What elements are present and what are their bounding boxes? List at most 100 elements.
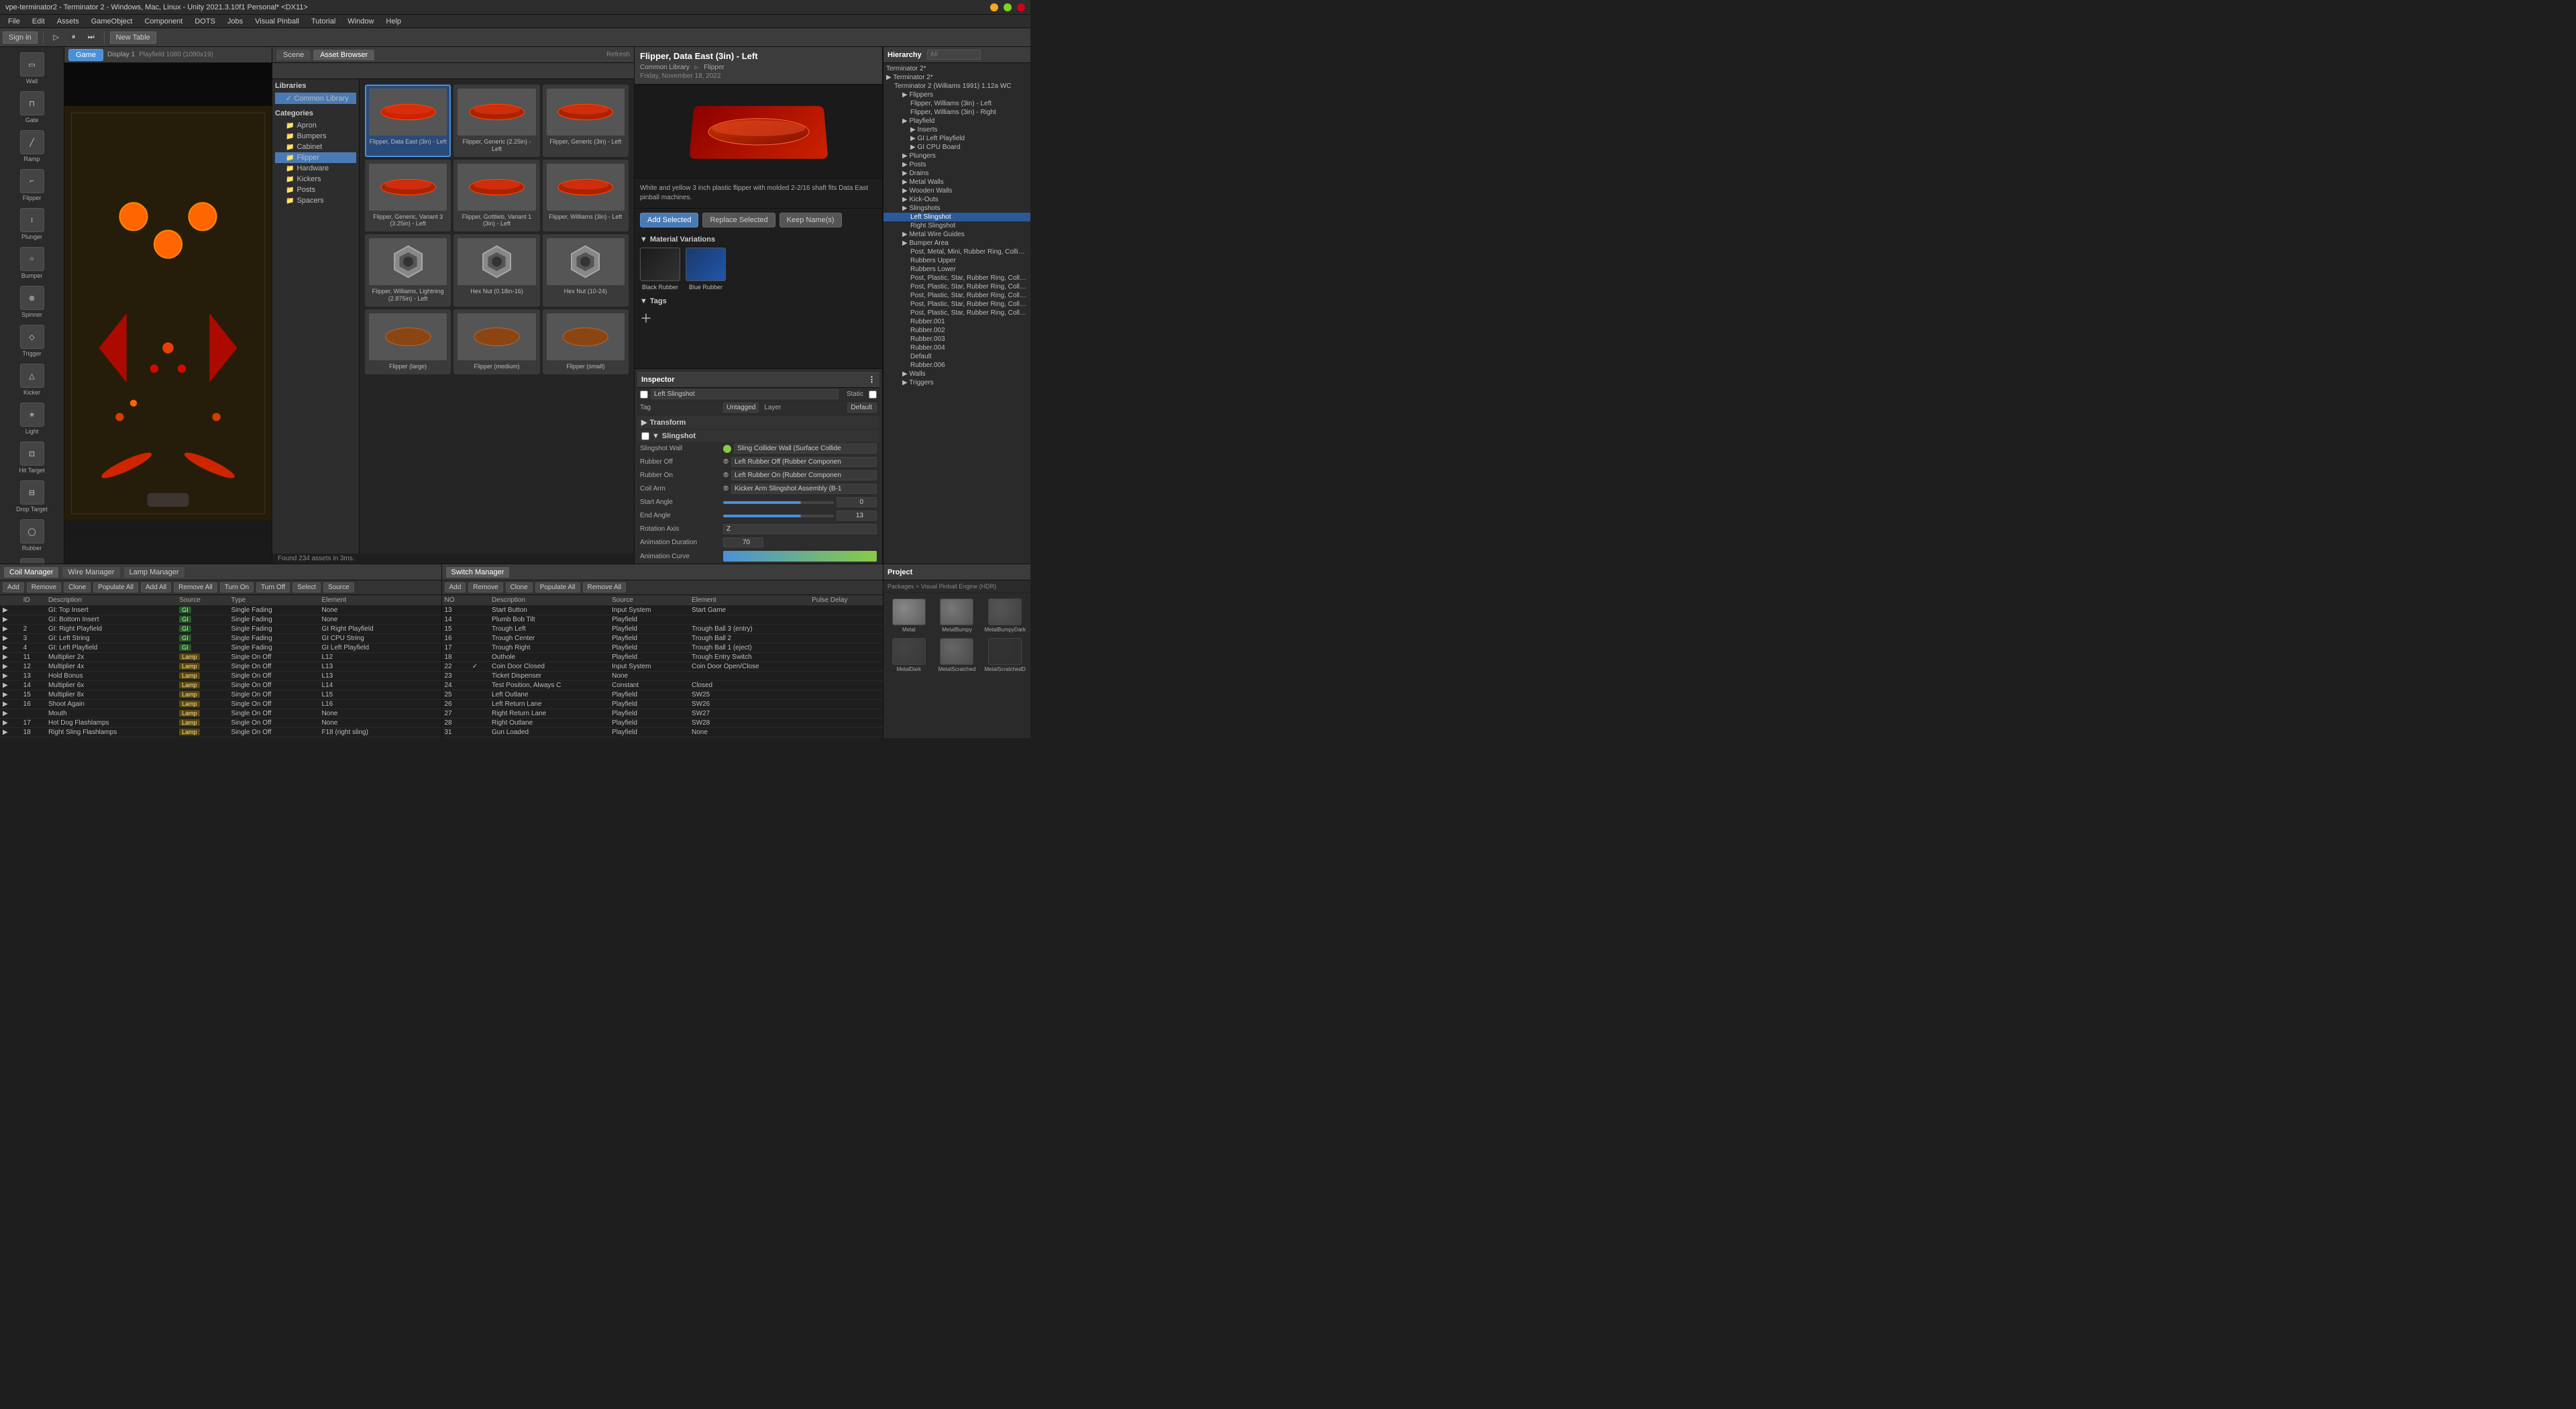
sw-col-element[interactable]: Element bbox=[689, 595, 809, 606]
lib-cat-apron[interactable]: 📁Apron bbox=[275, 120, 356, 131]
menu-item-dots[interactable]: DOTS bbox=[189, 16, 221, 27]
tool-flipper[interactable]: ⌐ Flipper bbox=[3, 166, 61, 204]
tool-spinner[interactable]: ⊗ Spinner bbox=[3, 283, 61, 321]
hier-item-7[interactable]: ▶ Inserts bbox=[883, 125, 1030, 134]
sw-col-desc[interactable]: Description bbox=[489, 595, 609, 606]
slingshot-wall-value[interactable]: Sling Collider Wall (Surface Collide bbox=[734, 443, 877, 454]
switch-row-12[interactable]: 28 Right Outlane Playfield SW28 bbox=[442, 719, 883, 728]
menu-item-assets[interactable]: Assets bbox=[52, 16, 85, 27]
menu-item-edit[interactable]: Edit bbox=[27, 16, 50, 27]
switch-row-10[interactable]: 26 Left Return Lane Playfield SW26 bbox=[442, 700, 883, 709]
hier-item-26[interactable]: Post, Plastic, Star, Rubber Ring, Collid… bbox=[883, 291, 1030, 300]
lib-cat-bumpers[interactable]: 📁Bumpers bbox=[275, 131, 356, 142]
col-type[interactable]: Type bbox=[229, 595, 319, 606]
asset-card-5[interactable]: Flipper, Williams (3in) - Left bbox=[543, 160, 629, 232]
coil-btn-add-all[interactable]: Add All bbox=[141, 582, 171, 592]
coil-btn-remove-all[interactable]: Remove All bbox=[174, 582, 217, 592]
rubber-on-radio[interactable]: ⦾ bbox=[723, 472, 729, 479]
lib-cat-posts[interactable]: 📁Posts bbox=[275, 185, 356, 195]
lamp-manager-tab[interactable]: Lamp Manager bbox=[124, 567, 184, 578]
coil-row-0[interactable]: ▶ GI: Top Insert GI Single Fading None bbox=[0, 606, 441, 615]
coil-row-13[interactable]: ▶ 18 Right Sling Flashlamps Lamp Single … bbox=[0, 728, 441, 737]
slingshot-section[interactable]: ▼ Slingshot bbox=[637, 430, 879, 442]
asset-card-2[interactable]: Flipper, Generic (3in) - Left bbox=[543, 85, 629, 157]
hier-item-4[interactable]: Flipper, Williams (3in) - Left bbox=[883, 99, 1030, 108]
tool-drop-target[interactable]: ⊟ Drop Target bbox=[3, 478, 61, 515]
tag-value[interactable]: Untagged bbox=[723, 403, 759, 413]
proj-asset-3[interactable]: MetalDark bbox=[886, 637, 932, 674]
menu-item-help[interactable]: Help bbox=[380, 16, 407, 27]
coil-row-9[interactable]: ▶ 15 Multiplier 8x Lamp Single On Off L1… bbox=[0, 690, 441, 700]
layer-value[interactable]: Default bbox=[847, 403, 877, 413]
tool-plunger[interactable]: ↕ Plunger bbox=[3, 205, 61, 243]
rubber-off-value[interactable]: Left Rubber Off (Rubber Componen bbox=[731, 457, 877, 467]
hier-item-12[interactable]: ▶ Drains bbox=[883, 169, 1030, 178]
inspector-menu-icon[interactable]: ⋮ bbox=[868, 375, 875, 384]
maximize-btn[interactable] bbox=[1004, 3, 1012, 11]
hier-item-13[interactable]: ▶ Metal Walls bbox=[883, 178, 1030, 187]
switch-row-11[interactable]: 27 Right Return Lane Playfield SW27 bbox=[442, 709, 883, 719]
asset-card-10[interactable]: Flipper (medium) bbox=[453, 309, 539, 374]
hier-item-11[interactable]: ▶ Posts bbox=[883, 160, 1030, 169]
hier-item-35[interactable]: ▶ Walls bbox=[883, 370, 1030, 378]
menu-item-window[interactable]: Window bbox=[342, 16, 379, 27]
proj-asset-1[interactable]: MetalBumpy bbox=[934, 597, 980, 634]
tool-rubber[interactable]: ◯ Rubber bbox=[3, 517, 61, 554]
coil-row-1[interactable]: ▶ GI: Bottom Insert GI Single Fading Non… bbox=[0, 615, 441, 625]
switch-row-0[interactable]: 13 Start Button Input System Start Game bbox=[442, 606, 883, 615]
tool-ramp[interactable]: ╱ Ramp bbox=[3, 127, 61, 165]
coil-row-11[interactable]: ▶ Mouth Lamp Single On Off None bbox=[0, 709, 441, 719]
coil-row-3[interactable]: ▶ 3 GI: Left String GI Single Fading GI … bbox=[0, 634, 441, 643]
proj-asset-5[interactable]: MetalScratchedD bbox=[982, 637, 1028, 674]
hier-item-21[interactable]: Post, Metal, Mini, Rubber Ring, Collidab… bbox=[883, 248, 1030, 256]
switch-manager-tab[interactable]: Switch Manager bbox=[446, 567, 510, 578]
sw-col-pulse[interactable]: Pulse Delay bbox=[809, 595, 883, 606]
switch-row-8[interactable]: 24 Test Position, Always C Constant Clos… bbox=[442, 681, 883, 690]
hier-item-34[interactable]: Rubber.006 bbox=[883, 361, 1030, 370]
coil-btn-populate-all[interactable]: Populate All bbox=[93, 582, 138, 592]
coil-row-12[interactable]: ▶ 17 Hot Dog Flashlamps Lamp Single On O… bbox=[0, 719, 441, 728]
tool-kicker[interactable]: △ Kicker bbox=[3, 361, 61, 399]
coil-row-7[interactable]: ▶ 13 Hold Bonus Lamp Single On Off L13 bbox=[0, 672, 441, 681]
asset-card-7[interactable]: Hex Nut (0.18in-16) bbox=[453, 234, 539, 307]
menu-item-visual pinball[interactable]: Visual Pinball bbox=[250, 16, 305, 27]
hier-item-24[interactable]: Post, Plastic, Star, Rubber Ring, Collid… bbox=[883, 274, 1030, 282]
lib-cat-kickers[interactable]: 📁Kickers bbox=[275, 174, 356, 185]
asset-card-1[interactable]: Flipper, Generic (2.25in) - Left bbox=[453, 85, 539, 157]
switch-row-2[interactable]: 15 Trough Left Playfield Trough Ball 3 (… bbox=[442, 625, 883, 634]
start-angle-slider[interactable] bbox=[723, 501, 834, 504]
switch-row-13[interactable]: 31 Gun Loaded Playfield None bbox=[442, 728, 883, 737]
hier-item-2[interactable]: Terminator 2 (Williams 1991) 1.12a WC bbox=[883, 82, 1030, 91]
hier-item-16[interactable]: ▶ Slingshots bbox=[883, 204, 1030, 213]
hier-item-10[interactable]: ▶ Plungers bbox=[883, 152, 1030, 160]
asset-card-3[interactable]: Flipper, Generic, Variant 3 (3.25in) - L… bbox=[365, 160, 451, 232]
wire-manager-tab[interactable]: Wire Manager bbox=[62, 567, 119, 578]
hier-item-36[interactable]: ▶ Triggers bbox=[883, 378, 1030, 387]
coil-row-10[interactable]: ▶ 16 Shoot Again Lamp Single On Off L16 bbox=[0, 700, 441, 709]
hier-item-25[interactable]: Post, Plastic, Star, Rubber Ring, Collid… bbox=[883, 282, 1030, 291]
menu-item-gameobject[interactable]: GameObject bbox=[86, 16, 138, 27]
hier-item-0[interactable]: Terminator 2* bbox=[883, 64, 1030, 73]
sw-col-source[interactable]: Source bbox=[609, 595, 689, 606]
mat-black-rubber[interactable]: Black Rubber bbox=[640, 248, 680, 291]
switch-btn-populate-all[interactable]: Populate All bbox=[535, 582, 580, 592]
hier-item-3[interactable]: ▶ Flippers bbox=[883, 91, 1030, 99]
proj-asset-2[interactable]: MetalBumpyDark bbox=[982, 597, 1028, 634]
anim-curve-display[interactable] bbox=[723, 551, 877, 562]
menu-item-tutorial[interactable]: Tutorial bbox=[306, 16, 341, 27]
proj-asset-0[interactable]: Metal bbox=[886, 597, 932, 634]
refresh-btn[interactable]: Refresh bbox=[606, 51, 630, 58]
switch-btn-add[interactable]: Add bbox=[445, 582, 466, 592]
sign-in-btn[interactable]: Sign in bbox=[3, 32, 38, 44]
tool-wall[interactable]: ▭ Wall bbox=[3, 50, 61, 87]
coil-btn-select[interactable]: Select bbox=[292, 582, 321, 592]
toolbar-icon-2[interactable]: ⏸ bbox=[66, 30, 81, 45]
tool-trigger[interactable]: ◇ Trigger bbox=[3, 322, 61, 360]
coil-row-4[interactable]: ▶ 4 GI: Left Playfield GI Single Fading … bbox=[0, 643, 441, 653]
hier-item-6[interactable]: ▶ Playfield bbox=[883, 117, 1030, 125]
switch-btn-remove[interactable]: Remove bbox=[468, 582, 502, 592]
switch-row-7[interactable]: 23 Ticket Dispenser None bbox=[442, 672, 883, 681]
hierarchy-search[interactable] bbox=[927, 50, 981, 60]
tool-hit-target[interactable]: ⊡ Hit Target bbox=[3, 439, 61, 476]
hier-item-27[interactable]: Post, Plastic, Star, Rubber Ring, Collid… bbox=[883, 300, 1030, 309]
